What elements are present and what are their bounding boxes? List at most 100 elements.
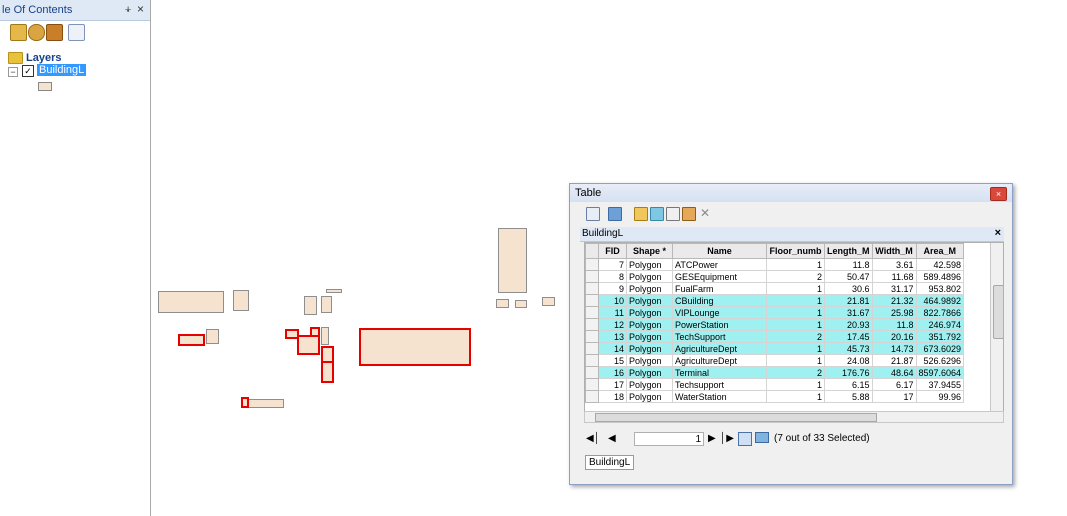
selected-building-polygon[interactable]	[310, 327, 320, 337]
cell-fid[interactable]: 9	[598, 282, 627, 295]
cell-name[interactable]: AgricultureDept	[672, 354, 767, 367]
vertical-scroll-thumb[interactable]	[993, 285, 1003, 339]
cell-shape[interactable]: Polygon	[626, 330, 673, 343]
cell-floor[interactable]: 2	[766, 366, 825, 379]
list-by-drawing-order-icon[interactable]	[10, 24, 27, 41]
cell-fid[interactable]: 8	[598, 270, 627, 283]
cell-length[interactable]: 30.6	[824, 282, 873, 295]
cell-floor[interactable]: 1	[766, 354, 825, 367]
row-selector[interactable]	[585, 306, 599, 319]
row-selector[interactable]	[585, 330, 599, 343]
cell-fid[interactable]: 7	[598, 258, 627, 271]
cell-name[interactable]: PowerStation	[672, 318, 767, 331]
cell-width[interactable]: 21.32	[871, 294, 917, 307]
table-row[interactable]: 7 Polygon ATCPower 1 11.8 3.61 42.598	[585, 258, 965, 271]
cell-area[interactable]: 526.6296	[915, 354, 965, 367]
building-polygon[interactable]	[321, 327, 329, 345]
cell-fid[interactable]: 17	[598, 378, 627, 391]
row-selector[interactable]	[585, 366, 599, 379]
cell-shape[interactable]: Polygon	[626, 318, 673, 331]
cell-fid[interactable]: 16	[598, 366, 627, 379]
column-header-width[interactable]: Width_M	[871, 243, 917, 259]
building-polygon[interactable]	[158, 291, 224, 313]
row-selector[interactable]	[585, 294, 599, 307]
cell-floor[interactable]: 1	[766, 318, 825, 331]
row-selector[interactable]	[585, 318, 599, 331]
table-row[interactable]: 12 Polygon PowerStation 1 20.93 11.8 246.974	[585, 318, 965, 331]
show-all-records-icon[interactable]	[738, 432, 752, 446]
selected-building-polygon[interactable]	[241, 397, 249, 408]
building-polygon[interactable]	[206, 329, 219, 344]
cell-name[interactable]: GESEquipment	[672, 270, 767, 283]
cell-shape[interactable]: Polygon	[626, 282, 673, 295]
cell-width[interactable]: 3.61	[871, 258, 917, 271]
cell-length[interactable]: 17.45	[824, 330, 873, 343]
table-row[interactable]: 10 Polygon CBuilding 1 21.81 21.32 464.9892	[585, 294, 965, 307]
switch-selection-icon[interactable]	[650, 207, 664, 221]
table-row[interactable]: 17 Polygon Techsupport 1 6.15 6.17 37.9455	[585, 378, 965, 391]
clear-selection-icon[interactable]	[666, 207, 680, 221]
layers-group[interactable]: Layers	[8, 52, 61, 65]
cell-length[interactable]: 5.88	[824, 390, 873, 403]
cell-name[interactable]: TechSupport	[672, 330, 767, 343]
cell-shape[interactable]: Polygon	[626, 306, 673, 319]
cell-area[interactable]: 822.7866	[915, 306, 965, 319]
cell-length[interactable]: 11.8	[824, 258, 873, 271]
pin-icon[interactable]: ⨨	[125, 3, 131, 16]
cell-shape[interactable]: Polygon	[626, 366, 673, 379]
cell-name[interactable]: Terminal	[672, 366, 767, 379]
cell-length[interactable]: 50.47	[824, 270, 873, 283]
cell-shape[interactable]: Polygon	[626, 378, 673, 391]
cell-width[interactable]: 21.87	[871, 354, 917, 367]
cell-shape[interactable]: Polygon	[626, 270, 673, 283]
cell-name[interactable]: VIPLounge	[672, 306, 767, 319]
layer-name[interactable]: BuildingL	[37, 64, 87, 76]
list-by-visibility-icon[interactable]	[46, 24, 63, 41]
cell-floor[interactable]: 1	[766, 378, 825, 391]
cell-length[interactable]: 20.93	[824, 318, 873, 331]
building-polygon[interactable]	[515, 300, 527, 308]
cell-width[interactable]: 17	[871, 390, 917, 403]
cell-area[interactable]: 464.9892	[915, 294, 965, 307]
next-record-button[interactable]: ▶	[708, 433, 716, 444]
table-row[interactable]: 15 Polygon AgricultureDept 1 24.08 21.87 526.6…	[585, 354, 965, 367]
close-tab-icon[interactable]: ×	[995, 227, 1001, 239]
cell-width[interactable]: 11.8	[871, 318, 917, 331]
vertical-scrollbar[interactable]	[990, 243, 1003, 411]
cell-shape[interactable]: Polygon	[626, 342, 673, 355]
table-row[interactable]: 14 Polygon AgricultureDept 1 45.73 14.73 673.…	[585, 342, 965, 355]
table-row[interactable]: 16 Polygon Terminal 2 176.76 48.64 8597.6064	[585, 366, 965, 379]
cell-fid[interactable]: 18	[598, 390, 627, 403]
column-header-name[interactable]: Name	[672, 243, 767, 259]
attribute-table-window[interactable]: Table × ✕ BuildingL × FID Shape * Name F…	[569, 183, 1013, 485]
cell-shape[interactable]: Polygon	[626, 294, 673, 307]
last-record-button[interactable]: │▶	[720, 433, 734, 444]
selected-building-polygon[interactable]	[321, 361, 334, 383]
table-row[interactable]: 18 Polygon WaterStation 1 5.88 17 99.96	[585, 390, 965, 403]
row-selector[interactable]	[585, 270, 599, 283]
row-selector[interactable]	[585, 354, 599, 367]
column-header-fid[interactable]: FID	[598, 243, 627, 259]
cell-name[interactable]: WaterStation	[672, 390, 767, 403]
selected-building-polygon[interactable]	[178, 334, 205, 346]
cell-floor[interactable]: 1	[766, 294, 825, 307]
cell-floor[interactable]: 1	[766, 390, 825, 403]
cell-floor[interactable]: 1	[766, 258, 825, 271]
cell-shape[interactable]: Polygon	[626, 258, 673, 271]
previous-record-button[interactable]: ◀	[608, 433, 616, 444]
cell-shape[interactable]: Polygon	[626, 390, 673, 403]
table-options-icon[interactable]	[586, 207, 600, 221]
cell-floor[interactable]: 1	[766, 342, 825, 355]
layer-visibility-checkbox[interactable]: ✓	[22, 65, 34, 77]
select-by-attributes-icon[interactable]	[634, 207, 648, 221]
row-selector[interactable]	[585, 378, 599, 391]
cell-length[interactable]: 6.15	[824, 378, 873, 391]
cell-width[interactable]: 6.17	[871, 378, 917, 391]
cell-floor[interactable]: 1	[766, 306, 825, 319]
table-bottom-tab[interactable]: BuildingL	[585, 455, 635, 470]
cell-area[interactable]: 246.974	[915, 318, 965, 331]
collapse-icon[interactable]: −	[8, 67, 18, 77]
building-polygon[interactable]	[246, 399, 284, 408]
cell-area[interactable]: 37.9455	[915, 378, 965, 391]
cell-width[interactable]: 25.98	[871, 306, 917, 319]
